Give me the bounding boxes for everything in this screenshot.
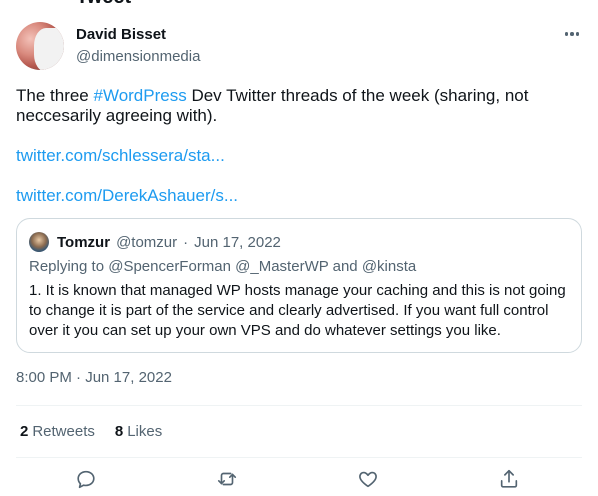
like-icon [359, 471, 377, 488]
retweet-button[interactable] [216, 468, 240, 492]
retweets-stat[interactable]: 2 Retweets [20, 422, 95, 442]
likes-count: 8 [114, 423, 124, 440]
tweet-timestamp[interactable]: 8:00 PM · Jun 17, 2022 [16, 368, 172, 388]
retweet-icon [217, 472, 237, 486]
divider [16, 457, 582, 458]
retweets-count: 2 [20, 423, 29, 440]
tweet-author: David Bisset @dimensionmedia [16, 22, 582, 70]
reply-icon [77, 470, 95, 489]
retweets-label: Retweets [32, 423, 95, 440]
quoted-separator: · [183, 233, 189, 251]
more-options-button[interactable] [562, 24, 582, 44]
more-dot-icon [564, 32, 569, 36]
quoted-replying-to: Replying to @SpencerForman @_MasterWP an… [29, 258, 417, 275]
tweet-link-2[interactable]: twitter.com/DerekAshauer/s... [16, 186, 238, 206]
quoted-handle: @tomzur [116, 233, 178, 251]
quoted-display-name: Tomzur [57, 233, 111, 251]
author-handle[interactable]: @dimensionmedia [76, 47, 200, 67]
avatar[interactable] [16, 22, 64, 70]
page-title: Tweet [76, 0, 131, 9]
tweet-text-before: The three [16, 86, 94, 105]
more-dot-icon [575, 32, 580, 36]
tweet-stats: 2 Retweets 8 Likes [20, 422, 162, 442]
author-names: David Bisset @dimensionmedia [76, 25, 200, 67]
tweet-actions [16, 466, 582, 496]
divider [16, 405, 582, 406]
likes-stat[interactable]: 8 Likes [115, 422, 162, 442]
quoted-avatar [29, 232, 49, 252]
share-button[interactable] [498, 468, 522, 492]
author-display-name[interactable]: David Bisset [76, 25, 200, 45]
quoted-body: 1. It is known that managed WP hosts man… [29, 282, 566, 339]
share-icon [500, 469, 518, 488]
quoted-tweet[interactable]: Tomzur @tomzur · Jun 17, 2022 Replying t… [16, 218, 582, 353]
hashtag-link[interactable]: #WordPress [94, 86, 187, 105]
more-dot-icon [570, 32, 574, 36]
quoted-date: Jun 17, 2022 [194, 233, 281, 251]
reply-button[interactable] [75, 468, 99, 492]
quoted-tweet-header: Tomzur @tomzur · Jun 17, 2022 [29, 232, 281, 252]
like-button[interactable] [357, 468, 381, 492]
likes-label: Likes [127, 423, 163, 440]
tweet-link-1[interactable]: twitter.com/schlessera/sta... [16, 146, 225, 166]
tweet-text: The three #WordPress Dev Twitter threads… [16, 86, 576, 126]
